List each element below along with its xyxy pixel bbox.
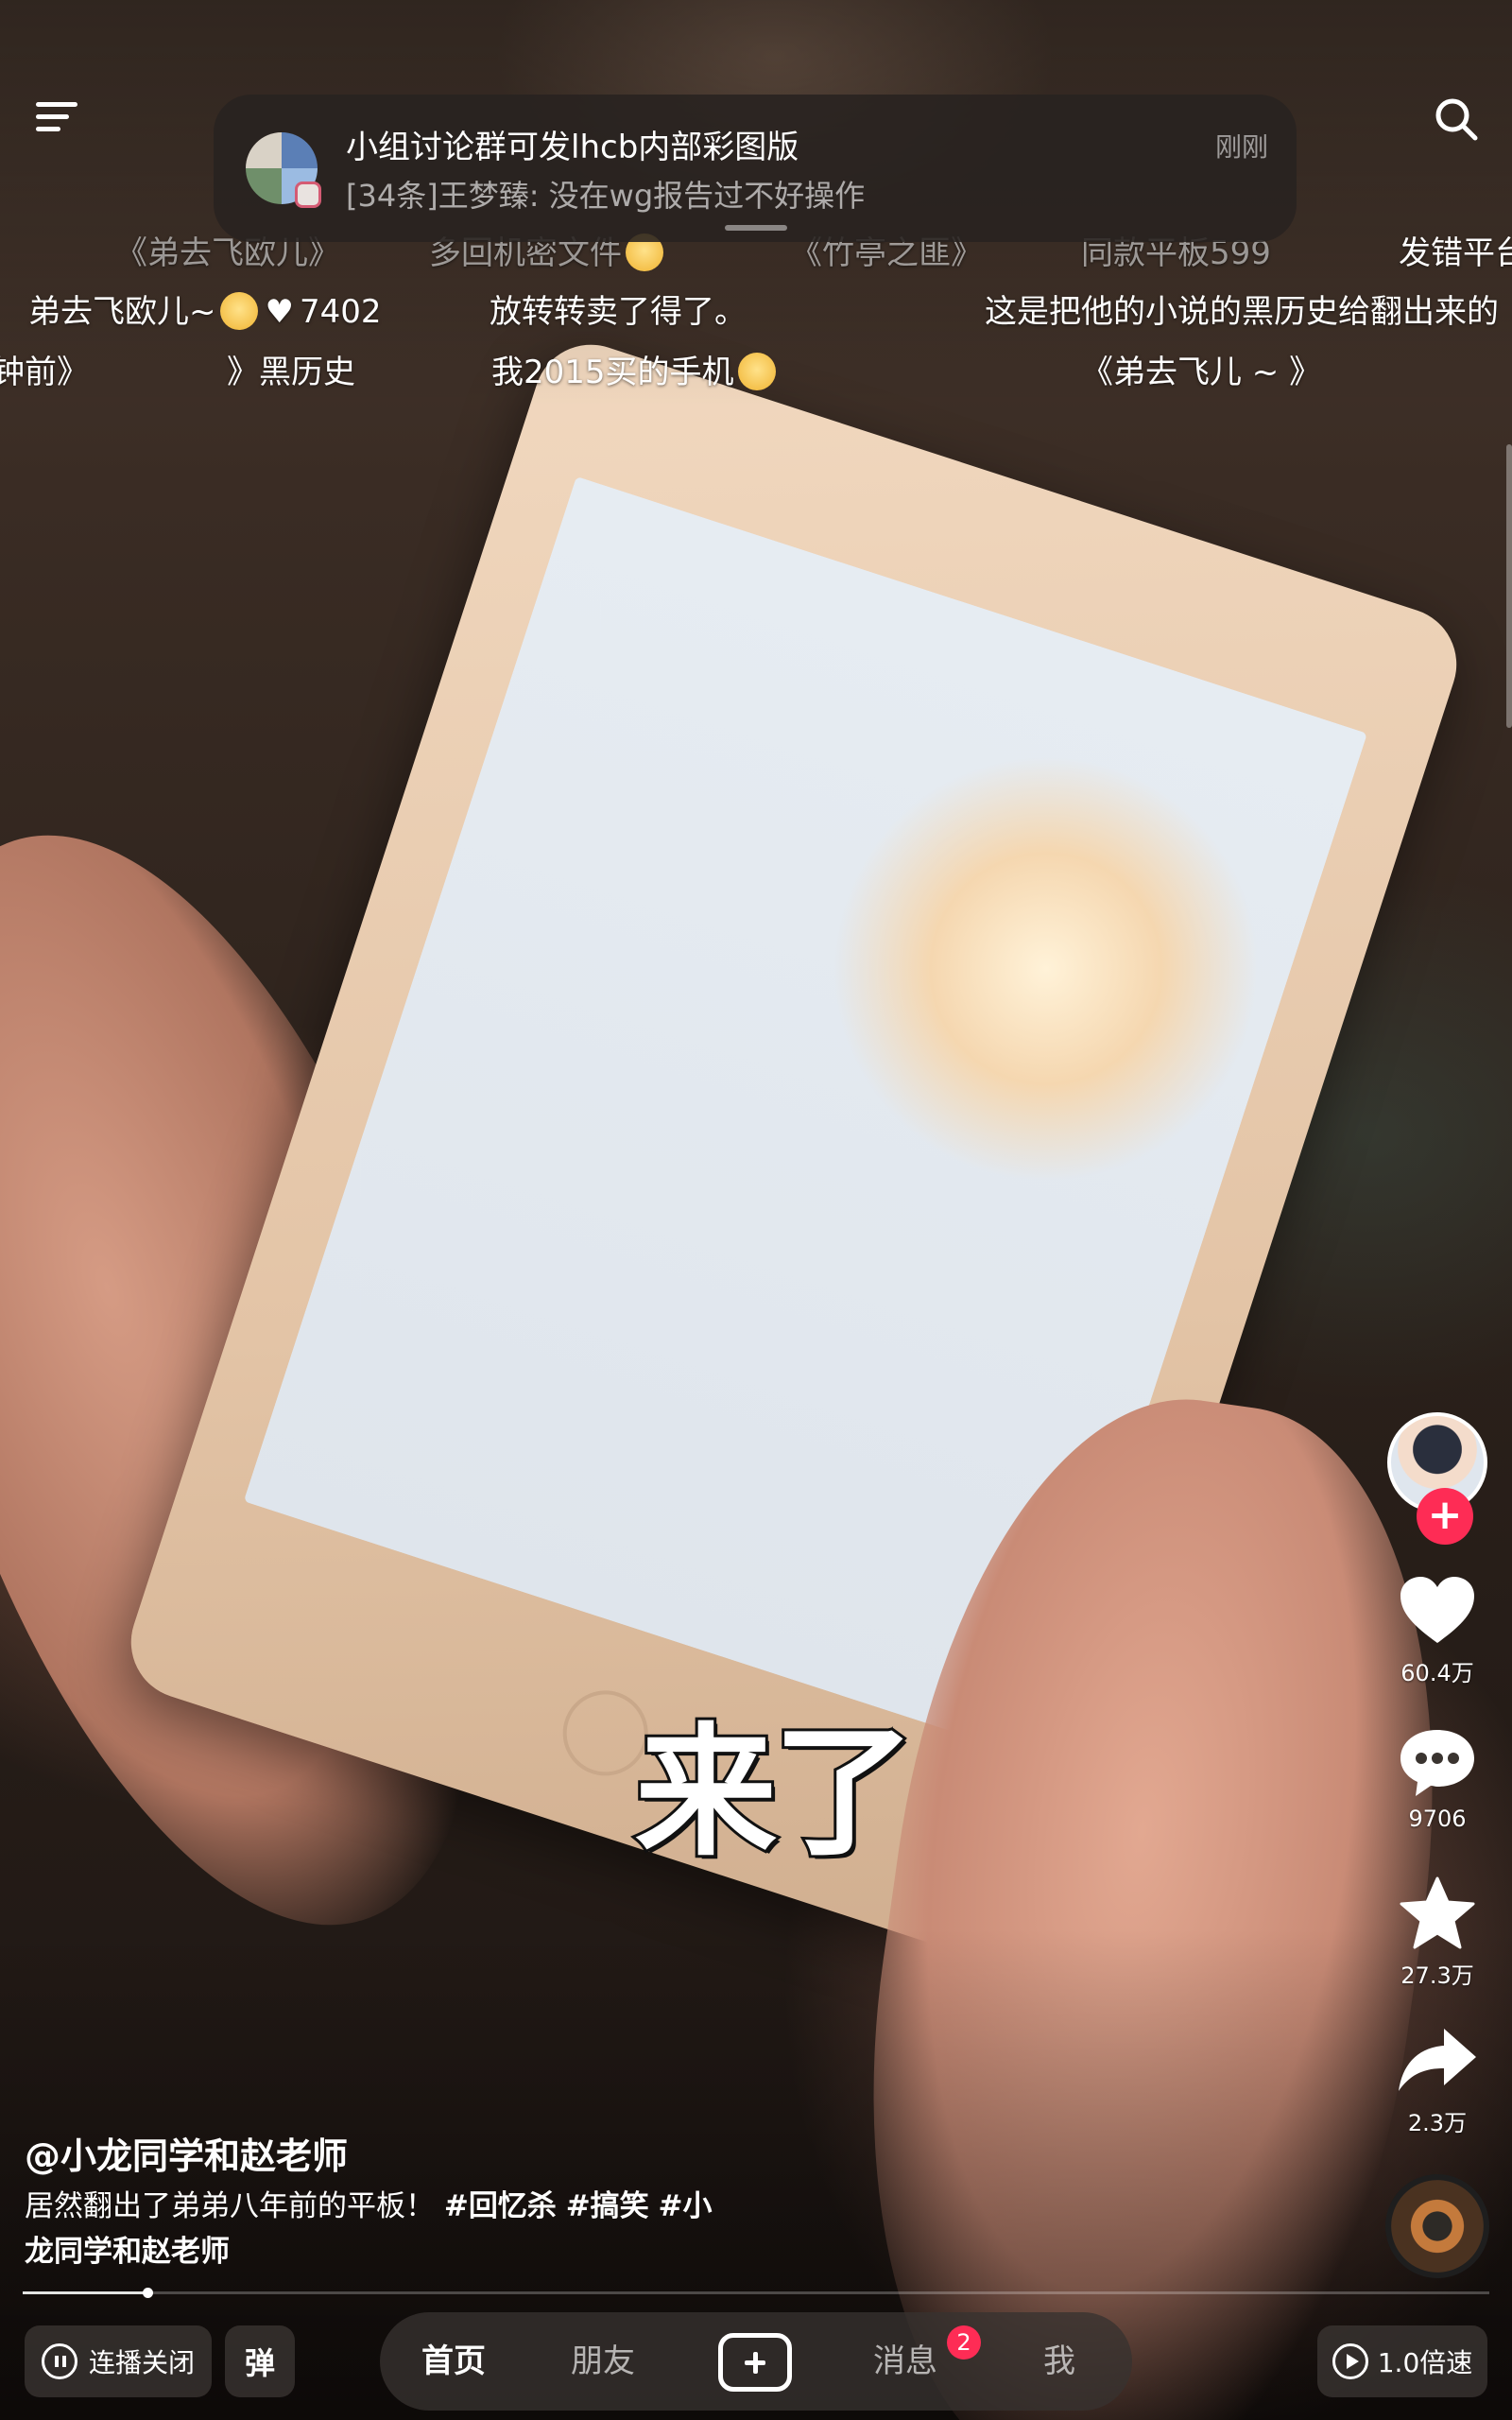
follow-button[interactable]: + xyxy=(1417,1488,1473,1545)
emoji-icon xyxy=(219,292,258,330)
notification-time: 刚刚 xyxy=(1214,131,1268,163)
danmu-toggle[interactable]: 弹 xyxy=(225,2325,295,2397)
comment-button[interactable]: 9706 xyxy=(1385,1724,1489,1832)
share-button[interactable]: 2.3万 xyxy=(1385,2023,1489,2137)
tab-home[interactable]: 首页 xyxy=(421,2312,486,2411)
danmu-item: 放转转卖了得了。 xyxy=(490,293,747,331)
comment-icon xyxy=(1400,1730,1474,1796)
playback-speed-button[interactable]: 1.0倍速 xyxy=(1317,2325,1487,2397)
danmu-like-count: 7402 xyxy=(299,293,382,331)
autoplay-toggle[interactable]: 连播关闭 xyxy=(25,2325,212,2397)
danmu-text: 我2015买的手机 xyxy=(491,354,734,391)
favorite-button[interactable]: 27.3万 xyxy=(1385,1876,1489,1990)
bottom-navigation: 首页 朋友 消息 2 我 xyxy=(380,2312,1132,2411)
heart-icon xyxy=(1400,1577,1474,1643)
notification-drag-handle[interactable] xyxy=(725,225,787,231)
search-icon[interactable] xyxy=(1432,95,1481,144)
notification-banner[interactable]: 小组讨论群可发lhcb内部彩图版 [34条]王梦臻: 没在wg报告过不好操作 刚… xyxy=(214,95,1297,242)
hashtag-link[interactable]: #回忆杀 xyxy=(444,2189,557,2223)
caption-text: 居然翻出了弟弟八年前的平板！ xyxy=(25,2189,435,2223)
danmu-item: 钟前》 xyxy=(0,354,89,391)
like-button[interactable]: 60.4万 xyxy=(1385,1573,1489,1687)
danmu-item: 《弟去飞儿 ~ 》 xyxy=(1081,354,1322,391)
tab-messages[interactable]: 消息 xyxy=(873,2312,937,2411)
share-count: 2.3万 xyxy=(1407,2110,1468,2136)
danmu-item: 》黑历史 xyxy=(227,354,355,391)
playback-speed-label: 1.0倍速 xyxy=(1377,2347,1473,2378)
danmu-item: 我2015买的手机 xyxy=(491,346,776,392)
create-plus-button[interactable] xyxy=(718,2333,792,2392)
star-icon xyxy=(1400,1876,1475,1949)
video-caption: 居然翻出了弟弟八年前的平板！ #回忆杀 #搞笑 #小龙同学和赵老师 xyxy=(25,2184,714,2274)
music-disc-icon[interactable] xyxy=(1385,2174,1489,2278)
tab-me[interactable]: 我 xyxy=(1043,2312,1075,2411)
share-arrow-icon xyxy=(1399,2029,1476,2091)
messages-badge: 2 xyxy=(947,2325,981,2360)
tab-friends[interactable]: 朋友 xyxy=(571,2312,635,2411)
hashtag-link[interactable]: #搞笑 xyxy=(566,2189,649,2223)
notification-title: 小组讨论群可发lhcb内部彩图版 xyxy=(346,129,799,166)
video-progress-fill xyxy=(23,2291,147,2294)
app-badge-icon xyxy=(295,182,321,208)
emoji-icon xyxy=(737,353,776,390)
danmu-item: 这是把他的小说的黑历史给翻出来的 xyxy=(985,293,1499,331)
danmu-text: 弟去飞欧儿~ xyxy=(28,293,216,331)
menu-icon[interactable] xyxy=(36,102,77,136)
autoplay-label: 连播关闭 xyxy=(88,2347,195,2378)
heart-icon: ♥ xyxy=(265,293,294,331)
favorite-count: 27.3万 xyxy=(1400,1962,1474,1989)
video-subtitle: 来了 xyxy=(632,1708,918,1878)
video-progress-bar[interactable] xyxy=(23,2288,1489,2298)
like-count: 60.4万 xyxy=(1400,1660,1474,1686)
author-name[interactable]: @小龙同学和赵老师 xyxy=(25,2127,348,2179)
danmu-item: 发错平台 xyxy=(1399,234,1512,272)
video-progress-handle[interactable] xyxy=(142,2288,153,2298)
scroll-edge-indicator xyxy=(1506,444,1512,728)
play-speed-icon xyxy=(1332,2343,1368,2379)
notification-body: [34条]王梦臻: 没在wg报告过不好操作 xyxy=(346,178,866,214)
autoplay-pause-icon xyxy=(41,2343,77,2379)
danmu-item: 弟去飞欧儿~ ♥ 7402 xyxy=(28,285,382,332)
author-avatar-group[interactable]: + xyxy=(1387,1412,1487,1545)
comment-count: 9706 xyxy=(1408,1806,1467,1832)
